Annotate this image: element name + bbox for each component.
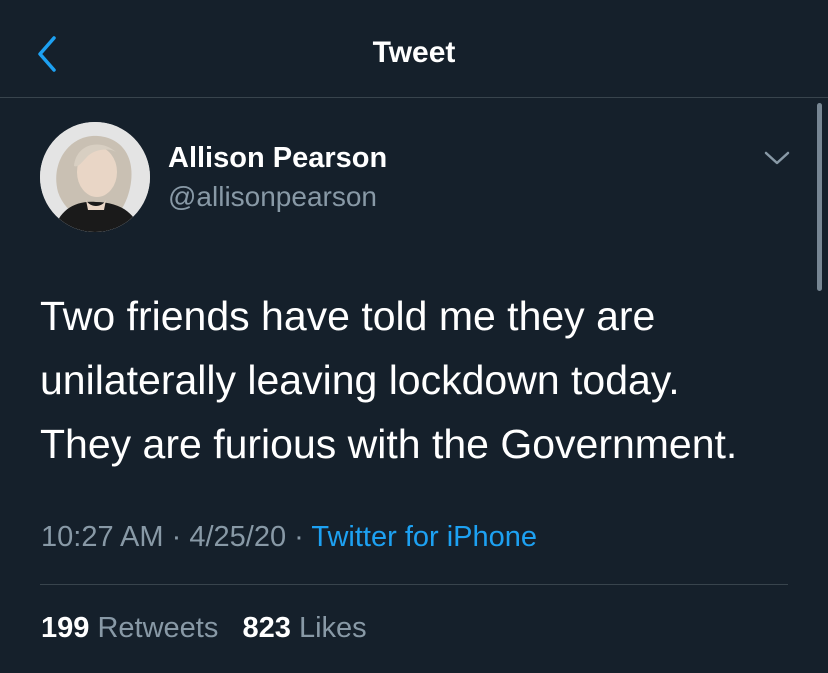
navigation-bar: Tweet: [0, 0, 828, 98]
tweet-date: 4/25/20: [189, 521, 287, 553]
more-options-button[interactable]: [762, 145, 792, 171]
divider: [40, 584, 788, 585]
tweet-time: 10:27 AM: [41, 521, 164, 553]
retweets-stat[interactable]: 199 Retweets: [41, 612, 218, 644]
retweets-label: Retweets: [97, 612, 219, 644]
avatar[interactable]: [40, 122, 150, 232]
likes-stat[interactable]: 823 Likes: [243, 612, 367, 644]
author-name[interactable]: Allison Pearson: [168, 142, 387, 175]
retweets-count: 199: [41, 612, 90, 644]
tweet-text: Two friends have told me they are unilat…: [40, 293, 738, 467]
tweet-detail-screen: Tweet Allison Pearson @allisonpearson Tw…: [0, 0, 828, 673]
tweet-stats: 199 Retweets 823 Likes: [41, 612, 367, 645]
chevron-down-icon: [764, 151, 790, 165]
likes-count: 823: [242, 612, 291, 644]
author-handle[interactable]: @allisonpearson: [168, 181, 377, 213]
likes-label: Likes: [298, 612, 367, 644]
profile-photo: [40, 122, 150, 232]
meta-separator: ·: [294, 521, 304, 553]
tweet-metadata: 10:27 AM · 4/25/20 · Twitter for iPhone: [41, 521, 537, 554]
page-title: Tweet: [372, 36, 456, 69]
tweet-source-link[interactable]: Twitter for iPhone: [311, 521, 537, 553]
meta-separator: ·: [171, 521, 182, 553]
scrollbar[interactable]: [817, 103, 822, 291]
